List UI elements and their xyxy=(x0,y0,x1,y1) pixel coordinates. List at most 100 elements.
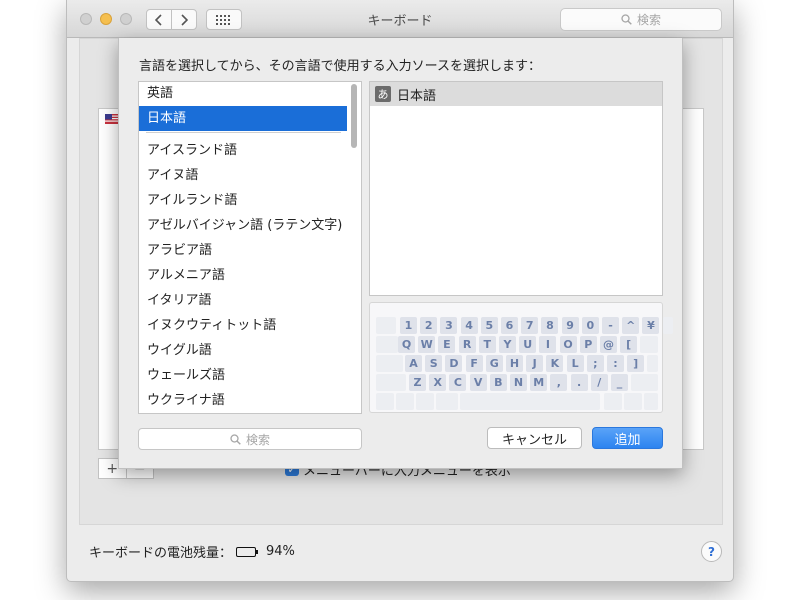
language-item[interactable]: アイルランド語 xyxy=(139,188,347,213)
blank-key xyxy=(376,355,403,372)
blank-key xyxy=(662,317,673,334)
keyboard-key: R xyxy=(458,336,476,353)
keyboard-layout-preview: 1 2 3 4 5 6 7 8 9 0- ^ ¥ Q W E R T Y U I O P @[A S D F G H J K L;:] Z X C… xyxy=(369,302,673,413)
keyboard-key: V xyxy=(469,374,487,391)
keyboard-key: K xyxy=(546,355,564,372)
list-separator xyxy=(146,132,341,133)
help-button[interactable]: ? xyxy=(701,541,722,562)
input-source-row[interactable]: あ 日本語 xyxy=(370,82,662,106)
language-item[interactable]: ウイグル語 xyxy=(139,338,347,363)
keyboard-key: G xyxy=(485,355,503,372)
blank-key xyxy=(416,393,434,410)
keyboard-key: 7 xyxy=(521,317,539,334)
keyboard-key: @ xyxy=(600,336,617,353)
language-item[interactable]: アゼルバイジャン語 (ラテン文字) xyxy=(139,213,347,238)
keyboard-key: 6 xyxy=(501,317,518,334)
scrollbar-thumb[interactable] xyxy=(351,84,357,148)
sheet-prompt: 言語を選択してから、その言語で使用する入力ソースを選択します： xyxy=(139,59,541,74)
keyboard-key: E xyxy=(438,336,456,353)
keyboard-key: . xyxy=(570,374,588,391)
language-item[interactable]: ウクライナ語 xyxy=(139,388,347,413)
keyboard-key: D xyxy=(445,355,463,372)
keyboard-key: - xyxy=(602,317,619,334)
title-bar: キーボード 検索 xyxy=(67,0,733,38)
keyboard-key: N xyxy=(510,374,527,391)
language-item[interactable]: イタリア語 xyxy=(139,288,347,313)
keyboard-key: 1 xyxy=(400,317,417,334)
language-item[interactable]: イヌクウティトット語 xyxy=(139,313,347,338)
keyboard-key: , xyxy=(550,374,568,391)
keyboard-key: P xyxy=(579,336,597,353)
battery-label: キーボードの電池残量： xyxy=(89,546,233,561)
blank-key xyxy=(647,355,658,372)
keyboard-key: I xyxy=(539,336,557,353)
blank-key xyxy=(376,336,398,353)
keyboard-key: _ xyxy=(611,374,628,391)
blank-key xyxy=(640,336,658,353)
keyboard-key: C xyxy=(449,374,467,391)
language-item[interactable]: 英語 xyxy=(139,82,347,106)
input-source-options-list[interactable]: あ 日本語 xyxy=(369,81,663,296)
keyboard-key: X xyxy=(429,374,447,391)
language-item[interactable]: アルメニア語 xyxy=(139,263,347,288)
keyboard-key: 0 xyxy=(581,317,599,334)
keyboard-key: W xyxy=(418,336,436,353)
keyboard-key: [ xyxy=(620,336,638,353)
blank-key xyxy=(436,393,458,410)
keyboard-key: L xyxy=(566,355,584,372)
blank-key xyxy=(644,393,658,410)
keyboard-key: J xyxy=(526,355,544,372)
language-list[interactable]: 英語 日本語アイスランド語 アイヌ語 アイルランド語 アゼルバイジャン語 (ラテン文字)… xyxy=(138,81,362,414)
search-placeholder: 検索 xyxy=(245,432,270,447)
keyboard-key: F xyxy=(465,355,483,372)
battery-status: キーボードの電池残量： 94% xyxy=(89,542,295,561)
language-item[interactable]: アイスランド語 xyxy=(139,138,347,163)
blank-key xyxy=(396,393,414,410)
keyboard-key: A xyxy=(405,355,422,372)
input-source-label: 日本語 xyxy=(397,88,437,104)
battery-icon xyxy=(236,546,259,557)
keyboard-key: / xyxy=(590,374,608,391)
language-item[interactable]: 日本語 xyxy=(139,106,347,131)
keyboard-key: 5 xyxy=(480,317,498,334)
language-item[interactable]: アイヌ語 xyxy=(139,163,347,188)
keyboard-key: Z xyxy=(409,374,426,391)
hiragana-input-icon: あ xyxy=(375,86,391,102)
preferences-search-field[interactable]: 検索 xyxy=(560,8,722,31)
keyboard-key: T xyxy=(478,336,496,353)
keyboard-key: B xyxy=(489,374,507,391)
keyboard-key: Y xyxy=(499,336,516,353)
search-icon xyxy=(230,433,241,445)
blank-key xyxy=(460,393,600,410)
language-item[interactable]: ウェールズ語 xyxy=(139,363,347,388)
language-search-field[interactable]: 検索 xyxy=(138,428,362,450)
keyboard-key: Q xyxy=(398,336,415,353)
keyboard-key: 9 xyxy=(561,317,579,334)
blank-key xyxy=(604,393,622,410)
blank-key xyxy=(376,374,406,391)
battery-value: 94% xyxy=(266,544,295,559)
keyboard-key: 8 xyxy=(541,317,559,334)
blank-key xyxy=(376,393,394,410)
cancel-button[interactable]: キャンセル xyxy=(487,427,582,449)
keyboard-key: 2 xyxy=(420,317,438,334)
keyboard-key: 3 xyxy=(440,317,458,334)
keyboard-key: 4 xyxy=(460,317,478,334)
blank-key xyxy=(624,393,642,410)
search-icon xyxy=(621,14,632,25)
keyboard-key: O xyxy=(559,336,577,353)
keyboard-key: : xyxy=(607,355,624,372)
keyboard-key: M xyxy=(530,374,548,391)
keyboard-key: ¥ xyxy=(642,317,660,334)
add-input-source-sheet: 言語を選択してから、その言語で使用する入力ソースを選択します： 英語 日本語 アイス… xyxy=(118,38,683,469)
keyboard-key: H xyxy=(506,355,523,372)
keyboard-key: U xyxy=(519,336,537,353)
search-placeholder: 検索 xyxy=(636,13,661,27)
keyboard-key: ] xyxy=(627,355,645,372)
add-button[interactable]: 追加 xyxy=(592,427,663,449)
keyboard-key: S xyxy=(425,355,443,372)
blank-key xyxy=(376,317,396,334)
language-item[interactable]: アラビア語 xyxy=(139,238,347,263)
keyboard-key: ; xyxy=(586,355,604,372)
blank-key xyxy=(631,374,658,391)
